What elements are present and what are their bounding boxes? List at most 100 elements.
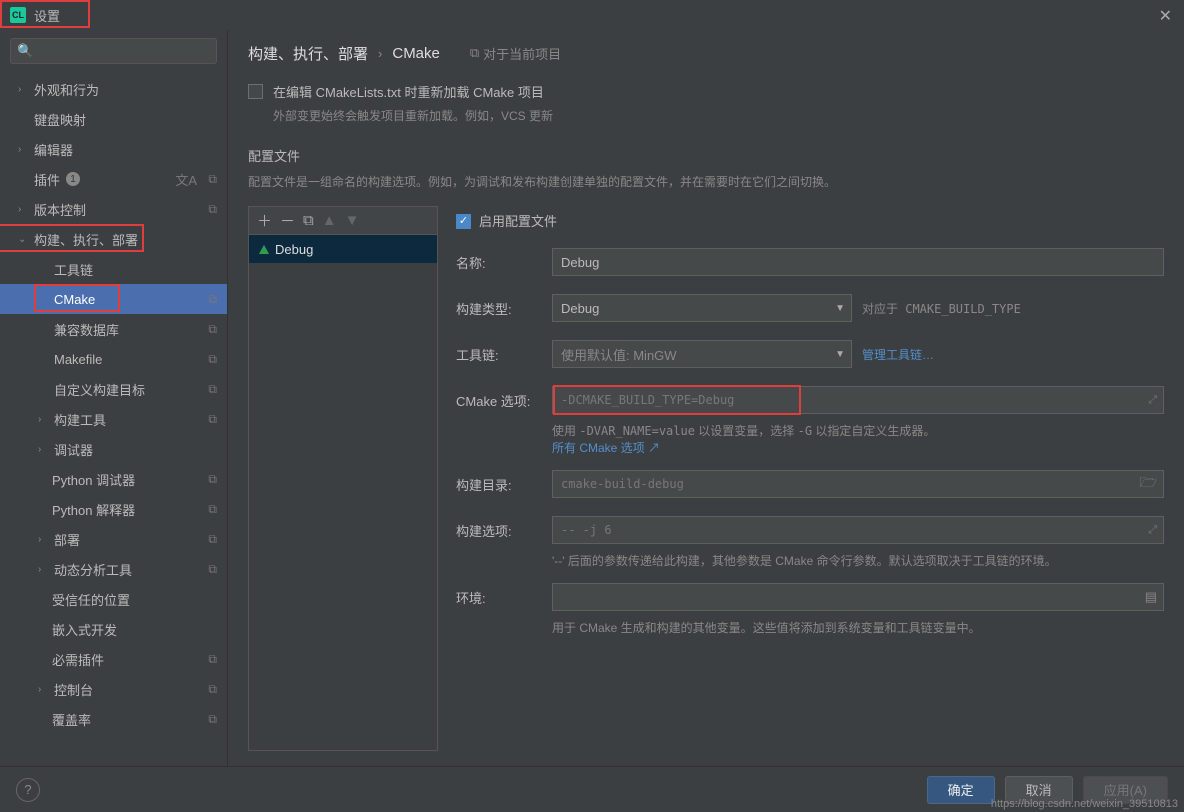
tree-item-label: 构建、执行、部署: [34, 230, 138, 249]
cmakeopts-input[interactable]: -DCMAKE_BUILD_TYPE=Debug ⤢: [552, 386, 1164, 414]
env-input[interactable]: ▤: [552, 583, 1164, 611]
sidebar: 🔍 ›外观和行为键盘映射›编辑器插件1文A⧉›版本控制⧉⌄构建、执行、部署›工具…: [0, 30, 228, 780]
chevron-icon: ›: [38, 414, 50, 425]
breadcrumb-root[interactable]: 构建、执行、部署: [248, 43, 368, 64]
buildopts-hint: '--' 后面的参数传递给此构建，其他参数是 CMake 命令行参数。默认选项取…: [552, 552, 1164, 569]
add-icon[interactable]: ＋: [257, 210, 272, 231]
manage-toolchains-link[interactable]: 管理工具链…: [862, 346, 934, 363]
settings-tree: ›外观和行为键盘映射›编辑器插件1文A⧉›版本控制⧉⌄构建、执行、部署›工具链›…: [0, 74, 227, 780]
tree-item-label: 编辑器: [34, 140, 73, 159]
tree-item-label: 调试器: [54, 440, 93, 459]
tree-item-label: 部署: [54, 530, 80, 549]
expand-icon[interactable]: ⤢: [1148, 523, 1157, 537]
tree-item-label: 版本控制: [34, 200, 86, 219]
tree-item-label: Makefile: [54, 352, 102, 367]
tree-item[interactable]: ⌄ 构建、执行、部署: [0, 224, 227, 254]
tree-item[interactable]: ›部署⧉: [0, 524, 227, 554]
folder-icon[interactable]: 🗁: [1140, 472, 1157, 496]
copy-icon: ⧉: [208, 172, 217, 187]
copy-icon: ⧉: [208, 412, 217, 427]
chevron-icon: ›: [18, 144, 30, 155]
copy-icon: ⧉: [208, 712, 217, 727]
tree-item-label: Python 调试器: [52, 470, 135, 489]
buildopts-input[interactable]: -- -j 6 ⤢: [552, 516, 1164, 544]
chevron-down-icon: ▼: [835, 349, 845, 360]
ok-button[interactable]: 确定: [927, 776, 995, 804]
tree-item-label: 工具链: [54, 260, 93, 279]
tree-item-label: 键盘映射: [34, 110, 86, 129]
tree-item-label: 嵌入式开发: [52, 620, 117, 639]
tree-item[interactable]: ›动态分析工具⧉: [0, 554, 227, 584]
tree-item-label: Python 解释器: [52, 500, 135, 519]
builddir-input[interactable]: cmake-build-debug 🗁: [552, 470, 1164, 498]
profile-item-debug[interactable]: Debug: [249, 235, 437, 263]
copy-icon[interactable]: ⧉: [303, 212, 314, 229]
tree-item[interactable]: ›版本控制⧉: [0, 194, 227, 224]
down-icon[interactable]: ▼: [345, 212, 360, 229]
tree-item[interactable]: 必需插件⧉: [0, 644, 227, 674]
tree-item[interactable]: › 编辑器: [0, 134, 227, 164]
cmakeopts-hint: 使用 -DVAR_NAME=value 以设置变量，选择 -G 以指定自定义生成…: [552, 422, 1164, 456]
content: 构建、执行、部署 › CMake ⧉ 对于当前项目 在编辑 CMakeLists…: [228, 30, 1184, 780]
search-input[interactable]: 🔍: [10, 38, 217, 64]
tree-item[interactable]: Python 调试器 ⧉: [0, 464, 227, 494]
cmake-icon: [259, 245, 269, 254]
all-cmake-options-link[interactable]: 所有 CMake 选项 ↗: [552, 441, 660, 455]
update-badge: 1: [66, 172, 80, 186]
toolchain-select[interactable]: 使用默认值: MinGW ▼: [552, 340, 852, 368]
tree-item[interactable]: ›调试器: [0, 434, 227, 464]
close-icon[interactable]: ✕: [1159, 6, 1172, 26]
breadcrumb-leaf: CMake: [392, 45, 440, 62]
translate-icon: 文A: [175, 170, 197, 189]
tree-item[interactable]: ›自定义构建目标⧉: [0, 374, 227, 404]
buildtype-select[interactable]: Debug ▼: [552, 294, 852, 322]
expand-icon[interactable]: ⤢: [1148, 393, 1157, 407]
enable-profile-checkbox[interactable]: [456, 214, 471, 229]
tree-item[interactable]: 覆盖率⧉: [0, 704, 227, 734]
profiles-header: 配置文件: [248, 146, 1164, 165]
tree-item[interactable]: ›控制台⧉: [0, 674, 227, 704]
name-label: 名称:: [456, 253, 552, 272]
tree-item[interactable]: ›构建工具⧉: [0, 404, 227, 434]
buildopts-label: 构建选项:: [456, 521, 552, 540]
copy-icon: ⧉: [208, 292, 217, 307]
copy-icon: ⧉: [208, 472, 217, 487]
app-icon: CL: [10, 7, 26, 23]
chevron-icon: ⌄: [18, 234, 30, 245]
copy-icon: ⧉: [208, 202, 217, 217]
tree-item-label: 动态分析工具: [54, 560, 132, 579]
footer: ? 确定 取消 应用(A) https://blog.csdn.net/weix…: [0, 766, 1184, 812]
profiles-desc: 配置文件是一组命名的构建选项。例如，为调试和发布构建创建单独的配置文件，并在需要…: [248, 173, 1164, 190]
copy-icon: ⧉: [470, 45, 479, 61]
tree-item[interactable]: 键盘映射: [0, 104, 227, 134]
watermark: https://blog.csdn.net/weixin_39510813: [991, 798, 1178, 810]
tree-item[interactable]: ›工具链: [0, 254, 227, 284]
copy-icon: ⧉: [208, 322, 217, 337]
tree-item[interactable]: 嵌入式开发: [0, 614, 227, 644]
reload-checkbox[interactable]: [248, 84, 263, 99]
profile-toolbar: ＋ － ⧉ ▲ ▼: [249, 207, 437, 235]
profile-list: ＋ － ⧉ ▲ ▼ Debug: [248, 206, 438, 751]
reload-label: 在编辑 CMakeLists.txt 时重新加载 CMake 项目: [273, 82, 553, 101]
tree-item[interactable]: ›Makefile⧉: [0, 344, 227, 374]
name-input[interactable]: Debug: [552, 248, 1164, 276]
copy-icon: ⧉: [208, 652, 217, 667]
tree-item[interactable]: 受信任的位置: [0, 584, 227, 614]
remove-icon[interactable]: －: [280, 210, 295, 231]
tree-item[interactable]: ›兼容数据库⧉: [0, 314, 227, 344]
help-button[interactable]: ?: [16, 778, 40, 802]
up-icon[interactable]: ▲: [322, 212, 337, 229]
env-hint: 用于 CMake 生成和构建的其他变量。这些值将添加到系统变量和工具链变量中。: [552, 619, 1164, 636]
enable-profile-label: 启用配置文件: [479, 211, 557, 230]
titlebar: CL 设置 ✕: [0, 0, 1184, 30]
tree-item[interactable]: ›CMake⧉: [0, 284, 227, 314]
tree-item[interactable]: 插件1文A⧉: [0, 164, 227, 194]
search-icon: 🔍: [17, 43, 33, 59]
tree-item[interactable]: Python 解释器⧉: [0, 494, 227, 524]
scope-label: ⧉ 对于当前项目: [470, 44, 561, 63]
env-label: 环境:: [456, 588, 552, 607]
chevron-right-icon: ›: [378, 46, 382, 61]
tree-item[interactable]: ›外观和行为: [0, 74, 227, 104]
list-icon[interactable]: ▤: [1145, 589, 1157, 605]
tree-item-label: 自定义构建目标: [54, 380, 145, 399]
